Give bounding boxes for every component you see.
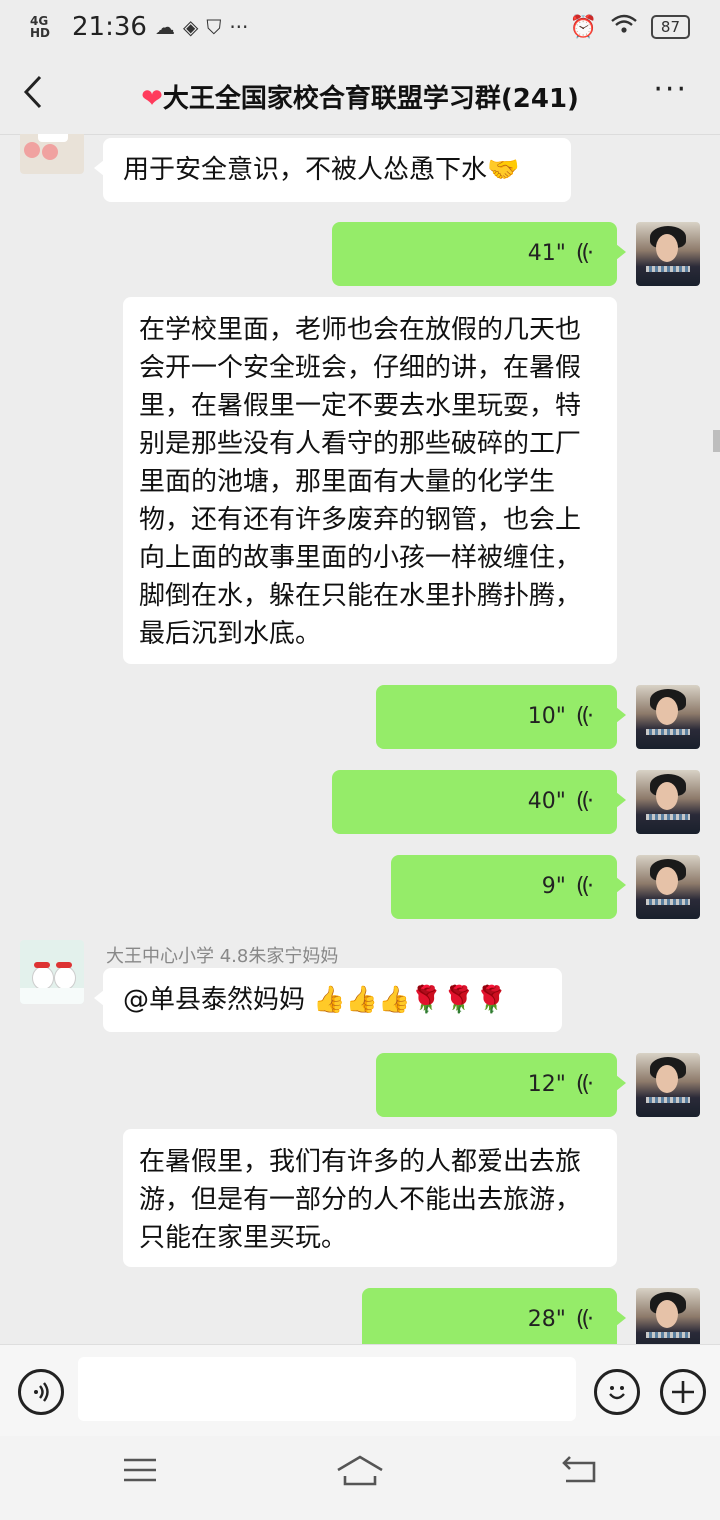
back-button[interactable] [22,74,44,119]
message-bubble[interactable]: 用于安全意识，不被人怂恿下水🤝 [94,138,571,202]
message-text: 在暑假里，我们有许多的人都爱出去旅游，但是有一部分的人不能出去旅游，只能在家里买… [139,1147,582,1253]
avatar[interactable] [636,855,700,919]
transcription-bubble[interactable]: 在暑假里，我们有许多的人都爱出去旅游，但是有一部分的人不能出去旅游，只能在家里买… [123,1129,617,1267]
message-input[interactable] [78,1357,576,1421]
voice-toggle-button[interactable] [18,1369,64,1415]
cloud-icon: ☁ [154,15,175,39]
voice-wave-icon: ((· [575,789,594,814]
voice-message[interactable]: 40" ((· [332,770,626,834]
system-navigation-bar [0,1436,720,1520]
avatar[interactable] [636,222,700,286]
avatar[interactable] [636,1053,700,1117]
voice-message[interactable]: 41" ((· [332,222,626,286]
voice-duration: 40" [527,789,566,814]
heart-icon: ❤ [141,84,163,114]
chat-title: ❤大王全国家校合育联盟学习群(241) [120,78,600,115]
message-text: @单县泰然妈妈 👍👍👍🌹🌹🌹 [123,985,508,1015]
voice-duration: 12" [527,1072,566,1097]
message-text: 在学校里面，老师也会在放假的几天也会开一个安全班会，仔细的讲，在暑假里，在暑假里… [139,315,582,649]
more-functions-button[interactable] [660,1369,706,1415]
emoji-icon [609,1386,625,1400]
menu-button[interactable] [122,1454,158,1494]
voice-duration: 28" [527,1307,566,1332]
voice-wave-icon: ((· [575,1072,594,1097]
message-list[interactable]: 用于安全意识，不被人怂恿下水🤝 41" ((· 在学校里面，老师也会在放假的几天也… [0,134,720,1344]
message-text: 用于安全意识，不被人怂恿下水🤝 [123,155,520,185]
home-icon [337,1455,383,1486]
voice-wave-icon: ((· [575,704,594,729]
plus-icon [672,1381,694,1403]
menu-icon [124,1458,156,1482]
status-bar: 4G HD 21:36 ☁ ◈ ⛉ ··· ⏰ 87 [0,0,720,56]
transcription-bubble[interactable]: 在学校里面，老师也会在放假的几天也会开一个安全班会，仔细的讲，在暑假里，在暑假里… [123,297,617,664]
sender-name: 大王中心小学 4.8朱家宁妈妈 [106,946,339,967]
voice-duration: 10" [527,704,566,729]
avatar[interactable] [636,770,700,834]
group-name: 大王全国家校合育联盟学习群(241) [162,84,579,114]
voice-toggle-icon [34,1382,49,1402]
alarm-icon: ⏰ [569,14,597,40]
chevron-left-icon [23,75,42,109]
avatar[interactable] [20,134,84,174]
wifi-icon [611,14,637,40]
voice-message[interactable]: 9" ((· [391,855,626,919]
voice-wave-icon: ((· [575,241,594,266]
clock: 21:36 [72,12,147,42]
voice-duration: 9" [541,874,566,899]
home-button[interactable] [336,1454,384,1497]
back-arrow-icon [562,1456,596,1483]
more-options-button[interactable]: ··· [653,72,688,107]
avatar[interactable] [636,685,700,749]
avatar[interactable] [636,1288,700,1344]
network-indicator: 4G HD [30,14,51,40]
shield-icon: ⛉ [206,15,222,39]
app-notification-icon: ◈ [182,15,199,39]
chat-header: ❤大王全国家校合育联盟学习群(241) ··· [0,56,720,135]
back-nav-button[interactable] [560,1454,598,1495]
more-notifications-icon: ··· [229,15,249,39]
emoji-button[interactable] [594,1369,640,1415]
voice-message[interactable]: 12" ((· [376,1053,626,1117]
voice-wave-icon: ((· [575,1307,594,1332]
battery-indicator: 87 [650,15,690,39]
voice-duration: 41" [527,241,566,266]
message-bubble[interactable]: @单县泰然妈妈 👍👍👍🌹🌹🌹 [94,968,562,1032]
voice-wave-icon: ((· [575,874,594,899]
voice-message[interactable]: 28" ((· [362,1288,626,1344]
scroll-indicator[interactable] [713,430,720,452]
voice-message[interactable]: 10" ((· [376,685,626,749]
avatar[interactable] [20,940,84,1004]
input-bar [0,1344,720,1437]
